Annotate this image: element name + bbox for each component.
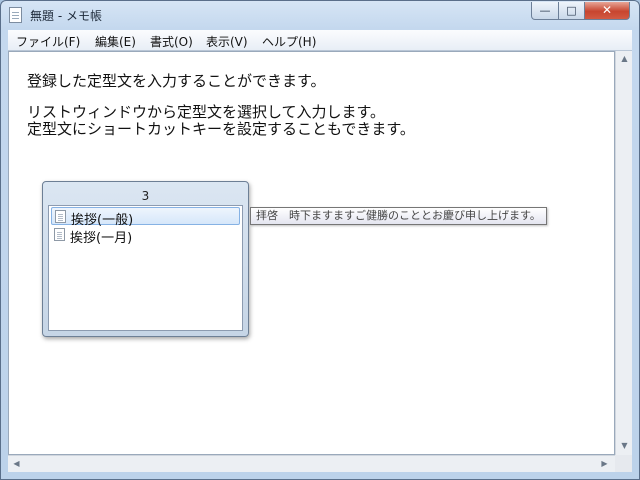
scroll-down-arrow-icon[interactable]: ▼ xyxy=(616,441,633,450)
close-button[interactable]: ✕ xyxy=(584,2,630,20)
menu-format[interactable]: 書式(O) xyxy=(150,33,193,50)
menu-edit[interactable]: 編集(E) xyxy=(95,33,136,50)
scrollbar-corner xyxy=(615,455,632,472)
scroll-up-arrow-icon[interactable]: ▲ xyxy=(616,54,633,63)
menu-view[interactable]: 表示(V) xyxy=(206,33,248,50)
notepad-app-icon[interactable] xyxy=(9,7,22,23)
maximize-button[interactable]: □ xyxy=(558,2,585,20)
template-item-greeting-january[interactable]: 挨拶(一月) xyxy=(51,226,240,246)
scroll-left-arrow-icon[interactable]: ◀ xyxy=(8,459,25,468)
document-icon xyxy=(54,228,65,241)
document-icon xyxy=(55,210,66,223)
menu-help[interactable]: ヘルプ(H) xyxy=(262,33,316,50)
minimize-button[interactable]: — xyxy=(531,2,559,20)
template-preview-tooltip: 拝啓 時下ますますご健勝のこととお慶び申し上げます。 xyxy=(250,207,547,225)
editor-line-3: 定型文にショートカットキーを設定することもできます。 xyxy=(27,120,415,138)
editor-line-1: 登録した定型文を入力することができます。 xyxy=(27,72,326,90)
window-title: 無題 - メモ帳 xyxy=(30,9,102,23)
vertical-scrollbar[interactable]: ▲ ▼ xyxy=(615,51,632,455)
scroll-right-arrow-icon[interactable]: ▶ xyxy=(596,459,613,468)
template-list-window: 3 挨拶(一般) 挨拶(一月) xyxy=(42,181,249,337)
menu-bar: ファイル(F) 編集(E) 書式(O) 表示(V) ヘルプ(H) xyxy=(8,30,632,51)
horizontal-scrollbar[interactable]: ◀ ▶ xyxy=(8,455,615,472)
menu-file[interactable]: ファイル(F) xyxy=(16,33,80,50)
template-item-label: 挨拶(一月) xyxy=(70,231,133,246)
template-item-greeting-general[interactable]: 挨拶(一般) xyxy=(51,207,240,228)
template-list-header: 3 xyxy=(141,189,150,203)
template-list[interactable]: 挨拶(一般) 挨拶(一月) xyxy=(48,205,243,331)
title-bar[interactable]: 無題 - メモ帳 — □ ✕ xyxy=(1,1,639,29)
